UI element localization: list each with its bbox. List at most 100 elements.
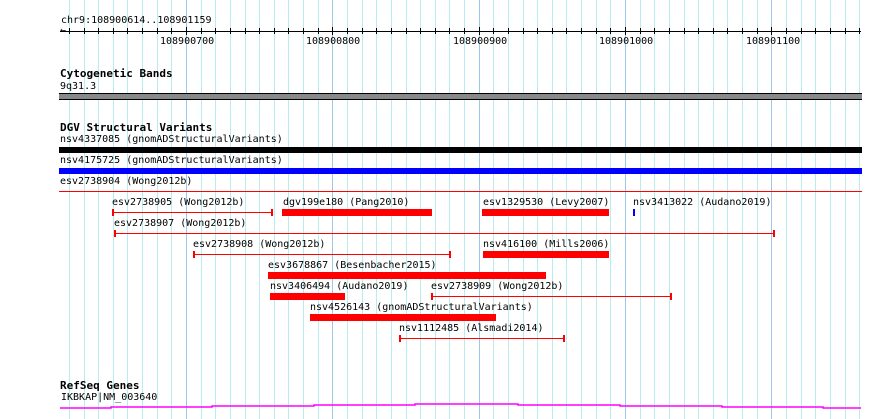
ruler-tick — [186, 27, 187, 35]
grid-line — [69, 0, 70, 419]
tick-label: 108901000 — [599, 36, 654, 47]
ruler-tick — [552, 28, 553, 34]
grid-line — [142, 0, 143, 419]
feature-label: esv3678867 (Besenbacher2015) — [268, 260, 437, 271]
grid-line — [684, 0, 685, 419]
feature-label: esv1329530 (Levy2007) — [483, 197, 610, 208]
ruler-tick — [625, 27, 626, 35]
ruler-tick — [859, 28, 860, 34]
ruler-tick — [830, 28, 831, 34]
gene-model[interactable] — [0, 400, 890, 412]
ruler-tick — [142, 28, 143, 34]
ruler-tick — [566, 28, 567, 34]
ruler-tick — [508, 28, 509, 34]
ruler-tick — [362, 28, 363, 34]
grid-line — [859, 0, 860, 419]
ruler-tick — [713, 28, 714, 34]
grid-line — [830, 0, 831, 419]
feature-bar[interactable] — [633, 209, 635, 216]
ruler-tick — [318, 28, 319, 34]
ruler-axis[interactable] — [60, 31, 861, 32]
ruler-tick — [698, 28, 699, 34]
feature-bar[interactable] — [282, 209, 432, 216]
left-arrow-icon[interactable]: ← — [60, 25, 66, 36]
grid-line — [727, 0, 728, 419]
cytoband-bar[interactable] — [59, 93, 862, 100]
feature-label: esv2738908 (Wong2012b) — [193, 239, 326, 250]
feature-line[interactable] — [59, 191, 862, 192]
grid-line — [654, 0, 655, 419]
feature-bar[interactable] — [270, 293, 345, 300]
feature-bar[interactable] — [310, 314, 496, 321]
ruler-tick — [98, 28, 99, 34]
track-title-cytobands: Cytogenetic Bands — [60, 67, 173, 80]
feature-label: nsv3406494 (Audano2019) — [270, 281, 409, 292]
tick-label: 108900800 — [306, 36, 361, 47]
ruler-tick — [245, 28, 246, 34]
grid-line — [713, 0, 714, 419]
feature-label: nsv4337085 (gnomADStructuralVariants) — [60, 134, 283, 145]
feature-bar[interactable] — [59, 168, 862, 174]
ruler-tick — [435, 28, 436, 34]
ruler-tick — [654, 28, 655, 34]
grid-line — [201, 0, 202, 419]
ruler-tick — [786, 28, 787, 34]
grid-line — [610, 0, 611, 419]
ruler-tick — [127, 28, 128, 34]
grid-line — [479, 0, 480, 419]
grid-line — [127, 0, 128, 419]
grid-line — [698, 0, 699, 419]
ruler-tick — [449, 28, 450, 34]
ruler-tick — [171, 28, 172, 34]
ruler-tick — [815, 28, 816, 34]
grid-line — [245, 0, 246, 419]
grid-line — [625, 0, 626, 419]
tick-label: 108900900 — [453, 36, 508, 47]
ruler-tick — [201, 28, 202, 34]
band-label: 9q31.3 — [60, 81, 97, 92]
feature-line[interactable] — [112, 209, 273, 216]
genome-browser: chr9:108900614..108901159 ← 108900700 10… — [0, 0, 890, 419]
feature-bar[interactable] — [483, 251, 609, 258]
grid-line — [98, 0, 99, 419]
ruler-tick — [479, 27, 480, 35]
grid-line — [757, 0, 758, 419]
ruler-tick — [757, 28, 758, 34]
grid-line — [259, 0, 260, 419]
ruler-tick — [596, 28, 597, 34]
feature-line[interactable] — [431, 293, 672, 300]
feature-bar[interactable] — [268, 272, 546, 279]
ruler-tick — [303, 28, 304, 34]
grid-line — [786, 0, 787, 419]
ruler-tick — [771, 27, 772, 35]
ruler-tick — [113, 28, 114, 34]
feature-line[interactable] — [114, 230, 775, 237]
feature-line[interactable] — [399, 335, 565, 342]
grid-line — [171, 0, 172, 419]
feature-bar[interactable] — [59, 147, 862, 153]
feature-line[interactable] — [193, 251, 451, 258]
grid-line — [84, 0, 85, 419]
ruler-tick — [610, 28, 611, 34]
grid-line — [449, 0, 450, 419]
ruler-tick — [69, 28, 70, 34]
ruler-tick — [493, 28, 494, 34]
ruler-tick — [464, 28, 465, 34]
ruler-tick — [391, 28, 392, 34]
ruler-tick — [406, 28, 407, 34]
ruler-tick — [157, 28, 158, 34]
ruler-tick — [274, 28, 275, 34]
ruler-tick — [523, 28, 524, 34]
grid-line — [435, 0, 436, 419]
ruler-tick — [640, 28, 641, 34]
ruler-tick — [581, 28, 582, 34]
ruler-tick — [332, 27, 333, 35]
ruler-tick — [84, 28, 85, 34]
ruler-tick — [347, 28, 348, 34]
grid-line — [230, 0, 231, 419]
feature-bar[interactable] — [482, 209, 609, 216]
feature-label: esv2738905 (Wong2012b) — [112, 197, 245, 208]
ruler-tick — [288, 28, 289, 34]
grid-line — [771, 0, 772, 419]
ruler-tick — [230, 28, 231, 34]
